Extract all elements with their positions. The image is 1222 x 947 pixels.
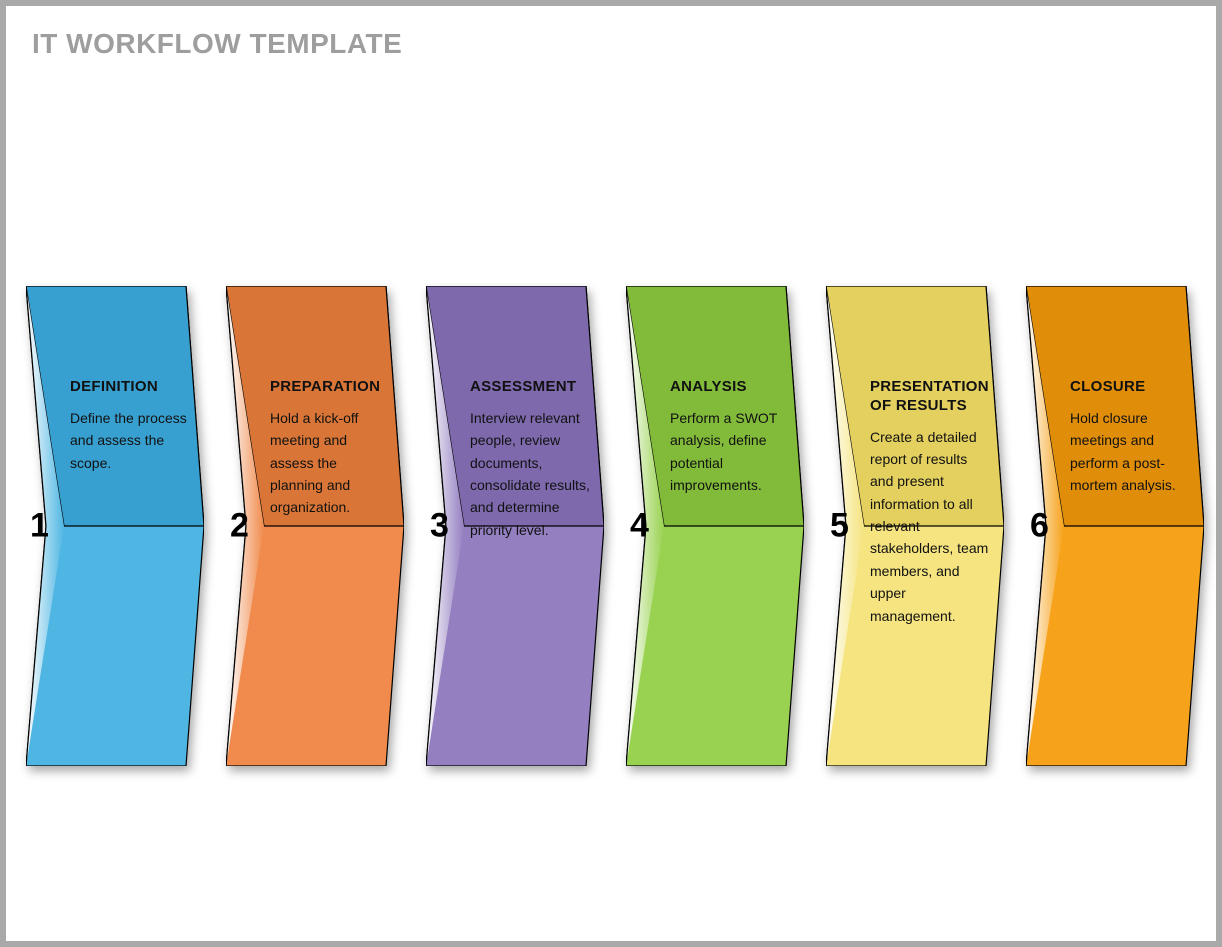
step-title: ASSESSMENT — [470, 378, 590, 397]
step-description: Perform a SWOT analysis, define potentia… — [670, 407, 790, 497]
step-title: ANALYSIS — [670, 378, 790, 397]
workflow-step-6: 6 CLOSURE Hold closure meetings and perf… — [1026, 286, 1204, 766]
workflow-step-3: 3 ASSESSMENT Interview relevant people, … — [426, 286, 604, 766]
step-description: Create a detailed report of results and … — [870, 426, 990, 628]
step-title: PREPARATION — [270, 378, 390, 397]
step-description: Define the process and assess the scope. — [70, 407, 190, 474]
step-title: DEFINITION — [70, 378, 190, 397]
step-title: CLOSURE — [1070, 378, 1190, 397]
step-number: 5 — [830, 507, 849, 546]
workflow-step-2: 2 PREPARATION Hold a kick-off meeting an… — [226, 286, 404, 766]
step-title: PRESENTATION OF RESULTS — [870, 378, 990, 416]
step-number: 6 — [1030, 507, 1049, 546]
step-description: Interview relevant people, review docume… — [470, 407, 590, 541]
step-content: DEFINITION Define the process and assess… — [70, 378, 190, 474]
page-title: IT WORKFLOW TEMPLATE — [32, 28, 1190, 60]
step-number: 3 — [430, 507, 449, 546]
workflow-step-4: 4 ANALYSIS Perform a SWOT analysis, defi… — [626, 286, 804, 766]
step-number: 4 — [630, 507, 649, 546]
workflow-steps: 1 DEFINITION Define the process and asse… — [26, 286, 1204, 766]
step-number: 2 — [230, 507, 249, 546]
step-content: ASSESSMENT Interview relevant people, re… — [470, 378, 590, 541]
step-description: Hold closure meetings and perform a post… — [1070, 407, 1190, 497]
workflow-step-5: 5 PRESENTATION OF RESULTS Create a detai… — [826, 286, 1004, 766]
step-content: PREPARATION Hold a kick-off meeting and … — [270, 378, 390, 519]
page: IT WORKFLOW TEMPLATE 1 DEFINITION Define… — [6, 6, 1216, 941]
step-content: ANALYSIS Perform a SWOT analysis, define… — [670, 378, 790, 496]
workflow-step-1: 1 DEFINITION Define the process and asse… — [26, 286, 204, 766]
step-content: PRESENTATION OF RESULTS Create a detaile… — [870, 378, 990, 627]
step-description: Hold a kick-off meeting and assess the p… — [270, 407, 390, 519]
step-number: 1 — [30, 507, 49, 546]
step-content: CLOSURE Hold closure meetings and perfor… — [1070, 378, 1190, 496]
